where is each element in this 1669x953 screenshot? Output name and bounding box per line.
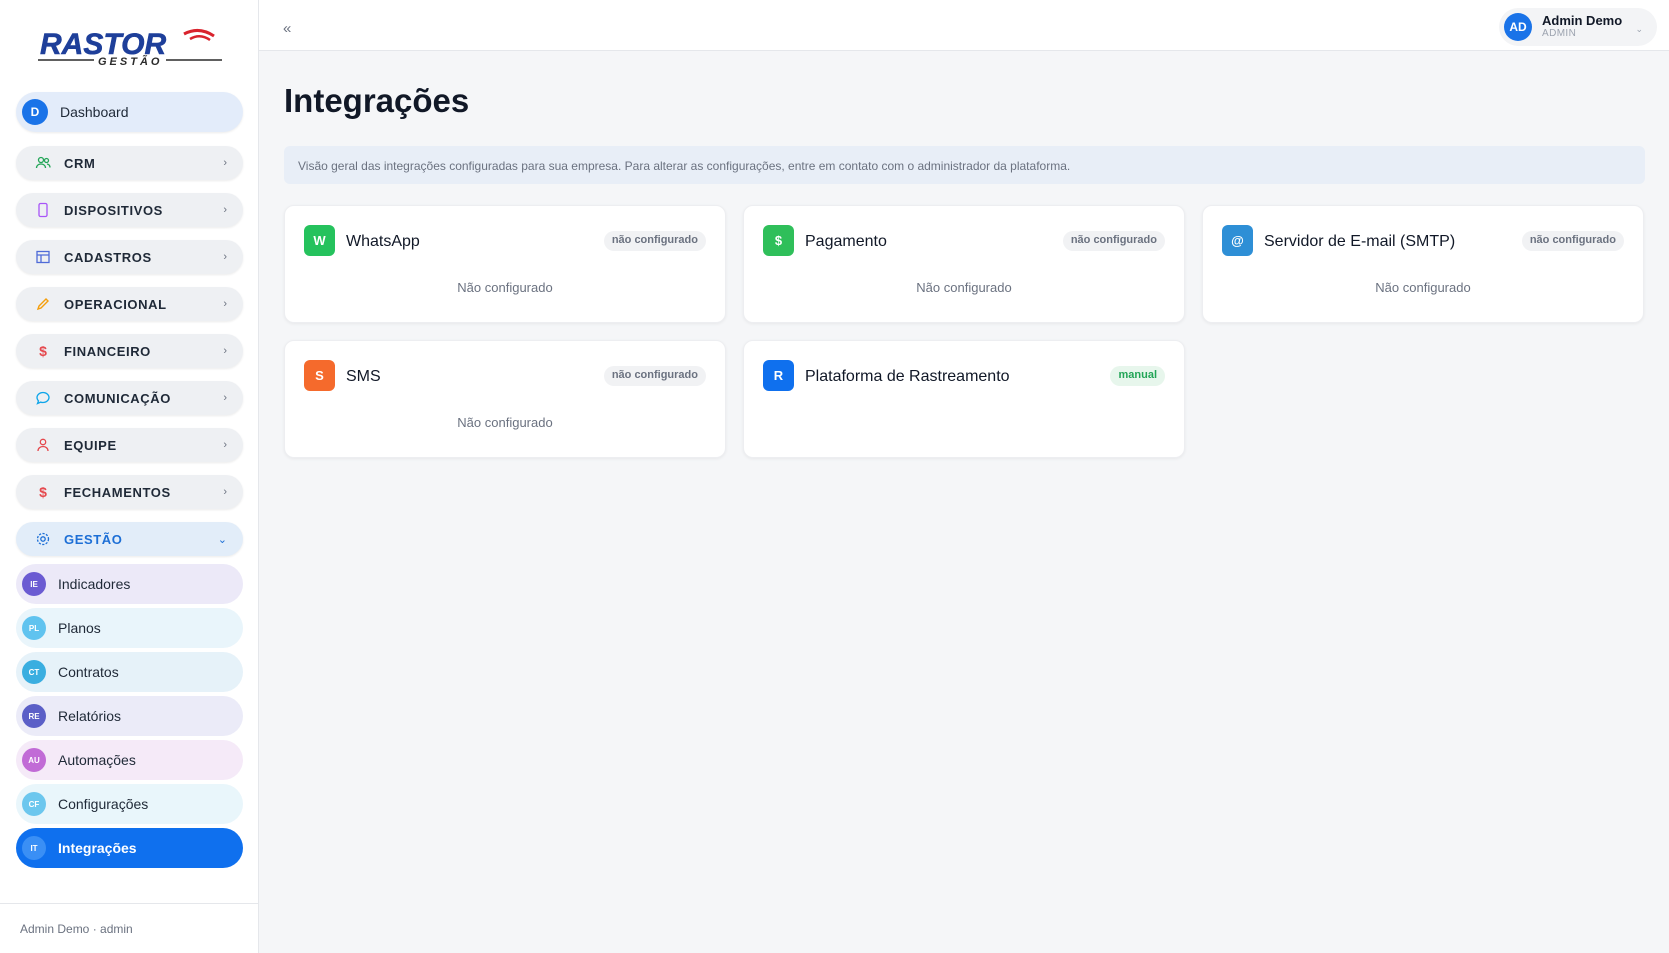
sidebar-item-equipe[interactable]: EQUIPE › [16,428,243,462]
sidebar-subitem-label: Planos [58,620,101,636]
sidebar-item-operacional[interactable]: OPERACIONAL › [16,287,243,321]
card-body-text: Não configurado [916,280,1012,295]
card-body-text: Não configurado [457,280,553,295]
rastor-logo[interactable]: RASTOR GESTÃO [34,24,226,72]
card-body-text: Não configurado [1375,280,1471,295]
sidebar-subitem-label: Configurações [58,796,149,812]
sidebar-item-label: DISPOSITIVOS [64,202,163,218]
sidebar: RASTOR GESTÃO D Dashboard CRM › DISPOSIT… [0,0,259,953]
integration-card-sms[interactable]: S SMS não configurado Não configurado [284,340,726,458]
chevron-right-icon: › [223,298,227,310]
chevron-right-icon: › [223,204,227,216]
sidebar-subitem-indicadores[interactable]: IE Indicadores [16,564,243,604]
integration-card-rastreamento[interactable]: R Plataforma de Rastreamento manual [743,340,1185,458]
chevron-right-icon: › [223,392,227,404]
sidebar-item-label: CRM [64,155,96,171]
relatorios-badge: RE [22,704,46,728]
card-body-text: Não configurado [457,415,553,430]
payment-icon: $ [763,225,794,256]
sidebar-footer-user: Admin Demo · admin [0,903,258,953]
sidebar-subitem-label: Indicadores [58,576,131,592]
card-title: Plataforma de Rastreamento [805,368,1010,385]
whatsapp-icon: W [304,225,335,256]
card-title: SMS [346,368,381,385]
configuracoes-badge: CF [22,792,46,816]
sidebar-item-crm[interactable]: CRM › [16,146,243,180]
sidebar-item-dashboard[interactable]: D Dashboard [16,92,243,132]
pencil-icon [34,295,52,313]
tracking-icon: R [763,360,794,391]
sidebar-subitem-label: Relatórios [58,708,122,724]
gear-icon [34,530,52,548]
sidebar-item-dispositivos[interactable]: DISPOSITIVOS › [16,193,243,227]
integracoes-badge: IT [22,836,46,860]
status-badge: não configurado [1062,231,1165,251]
sidebar-item-label: Dashboard [60,104,129,120]
chevron-right-icon: › [223,439,227,451]
user-info: Admin Demo ADMIN [1542,14,1622,40]
integration-card-pagamento[interactable]: $ Pagamento não configurado Não configur… [743,205,1185,323]
sidebar-subitem-label: Contratos [58,664,119,680]
chevron-right-icon: › [223,251,227,263]
chevron-down-icon: ⌄ [217,533,227,546]
automacoes-badge: AU [22,748,46,772]
sidebar-item-label: COMUNICAÇÃO [64,390,171,406]
indicadores-badge: IE [22,572,46,596]
sidebar-subitem-contratos[interactable]: CT Contratos [16,652,243,692]
planos-badge: PL [22,616,46,640]
sidebar-item-financeiro[interactable]: $ FINANCEIRO › [16,334,243,368]
chevron-down-icon: ⌄ [1635,24,1643,34]
status-badge: não configurado [1521,231,1624,251]
table-icon [34,248,52,266]
status-badge: não configurado [603,231,706,251]
dollar-icon: $ [39,343,47,359]
card-title: WhatsApp [346,233,420,250]
sidebar-item-cadastros[interactable]: CADASTROS › [16,240,243,274]
sidebar-item-label: GESTÃO [64,531,123,547]
person-icon [34,436,52,454]
chevron-right-icon: › [223,486,227,498]
sidebar-item-label: OPERACIONAL [64,296,167,312]
dashboard-badge: D [22,99,48,125]
phone-icon [34,201,52,219]
sms-icon: S [304,360,335,391]
email-icon: @ [1222,225,1253,256]
sidebar-subitem-integracoes[interactable]: IT Integrações [16,828,243,868]
avatar: AD [1504,13,1532,41]
user-role: ADMIN [1542,28,1577,39]
contratos-badge: CT [22,660,46,684]
dollar-icon: $ [39,484,47,500]
user-name: Admin Demo [1542,13,1623,28]
sidebar-subitem-configuracoes[interactable]: CF Configurações [16,784,243,824]
info-banner: Visão geral das integrações configuradas… [284,146,1645,184]
card-title: Pagamento [805,233,887,250]
sidebar-subitem-label: Automações [58,752,136,768]
sidebar-item-gestao[interactable]: GESTÃO ⌄ [16,522,243,556]
sidebar-subitem-label: Integrações [58,840,137,856]
page-title: Integrações [284,82,470,119]
sidebar-item-comunicacao[interactable]: COMUNICAÇÃO › [16,381,243,415]
status-badge: não configurado [603,366,706,386]
collapse-sidebar-icon[interactable]: « [283,20,291,37]
topbar: « AD Admin Demo ADMIN ⌄ [259,0,1669,51]
sidebar-item-label: FECHAMENTOS [64,484,171,500]
svg-text:GESTÃO: GESTÃO [98,55,162,68]
chevron-right-icon: › [223,157,227,169]
sidebar-subitem-automacoes[interactable]: AU Automações [16,740,243,780]
users-icon [34,154,52,172]
sidebar-item-label: CADASTROS [64,249,152,265]
sidebar-item-label: FINANCEIRO [64,343,151,359]
sidebar-subitem-planos[interactable]: PL Planos [16,608,243,648]
sidebar-item-label: EQUIPE [64,437,117,453]
status-badge: manual [1110,366,1165,386]
chevron-right-icon: › [223,345,227,357]
integration-card-smtp[interactable]: @ Servidor de E-mail (SMTP) não configur… [1202,205,1644,323]
chat-icon [34,389,52,407]
integration-card-whatsapp[interactable]: W WhatsApp não configurado Não configura… [284,205,726,323]
sidebar-item-fechamentos[interactable]: $ FECHAMENTOS › [16,475,243,509]
sidebar-subitem-relatorios[interactable]: RE Relatórios [16,696,243,736]
sidebar-nav: D Dashboard CRM › DISPOSITIVOS › CADASTR… [16,92,243,872]
user-menu[interactable]: AD Admin Demo ADMIN ⌄ [1499,8,1657,46]
card-title: Servidor de E-mail (SMTP) [1264,233,1456,250]
